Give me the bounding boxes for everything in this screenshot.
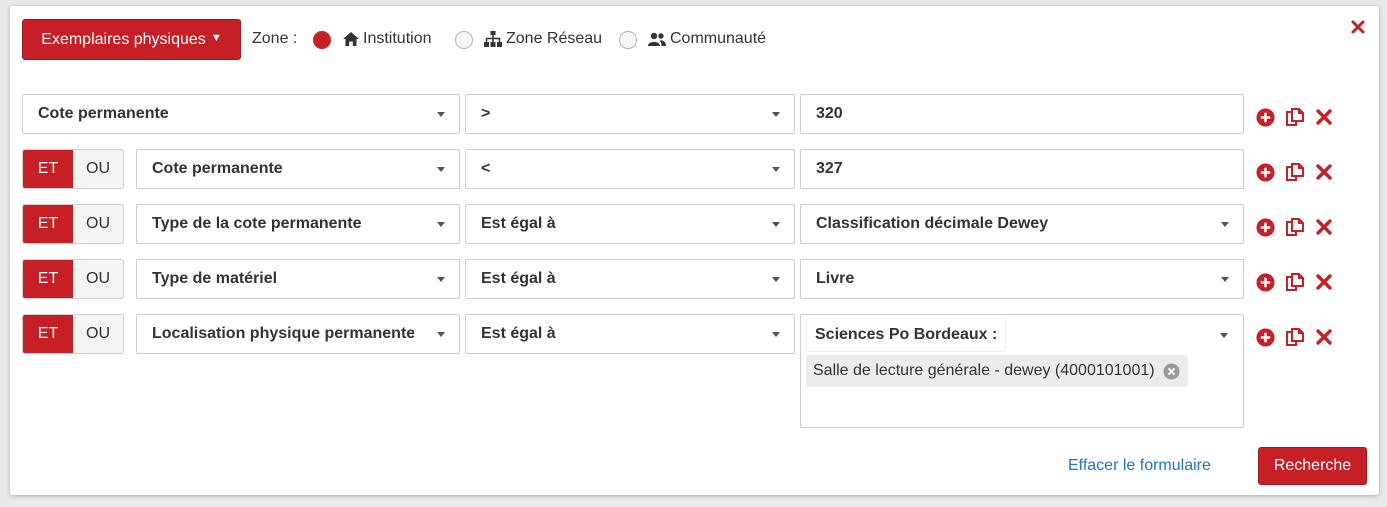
row3-value-select[interactable]: Classification décimale Dewey <box>800 204 1244 244</box>
search-type-label: Exemplaires physiques <box>41 30 206 48</box>
row5-et-button[interactable]: ET <box>23 315 73 353</box>
duplicate-row-icon[interactable] <box>1285 327 1305 347</box>
row3-operator-value: Est égal à <box>481 215 556 232</box>
row3-connector-toggle: ET OU <box>22 204 124 244</box>
row2-field-select[interactable]: Cote permanente <box>136 149 460 189</box>
row3-ou-button[interactable]: OU <box>73 205 123 243</box>
row5-field-select[interactable]: Localisation physique permanente <box>136 314 460 354</box>
zone-label-network: Zone Réseau <box>506 30 603 47</box>
location-group-label: Sciences Po Bordeaux : <box>806 318 1007 352</box>
row2-ou-button[interactable]: OU <box>73 150 123 188</box>
chevron-down-icon <box>1220 333 1228 338</box>
clear-form-link[interactable]: Effacer le formulaire <box>1068 457 1211 475</box>
chevron-down-icon <box>772 277 780 282</box>
row4-et-button[interactable]: ET <box>23 260 73 298</box>
remove-chip-icon[interactable] <box>1163 362 1180 380</box>
zone-label: Zone : <box>252 30 298 47</box>
row1-field-select[interactable]: Cote permanente <box>22 94 460 134</box>
duplicate-row-icon[interactable] <box>1285 217 1305 237</box>
row4-field-select[interactable]: Type de matériel <box>136 259 460 299</box>
row4-value-text: Livre <box>816 270 855 287</box>
chevron-down-icon <box>772 167 780 172</box>
row1-operator-value: > <box>481 105 491 122</box>
users-icon <box>648 32 666 46</box>
chevron-down-icon <box>772 332 780 337</box>
row5-operator-select[interactable]: Est égal à <box>465 314 795 354</box>
row2-operator-select[interactable]: < <box>465 149 795 189</box>
zone-option-network[interactable]: Zone Réseau <box>484 30 602 48</box>
add-row-icon[interactable] <box>1256 162 1275 182</box>
close-icon[interactable] <box>1350 19 1366 35</box>
row2-et-button[interactable]: ET <box>23 150 73 188</box>
row4-value-select[interactable]: Livre <box>800 259 1244 299</box>
chevron-down-icon <box>772 222 780 227</box>
row5-operator-value: Est égal à <box>481 325 556 342</box>
row3-field-select[interactable]: Type de la cote permanente <box>136 204 460 244</box>
zone-label-community: Communauté <box>670 30 767 47</box>
delete-row-icon[interactable] <box>1315 218 1333 236</box>
duplicate-row-icon[interactable] <box>1285 272 1305 292</box>
row1-operator-select[interactable]: > <box>465 94 795 134</box>
row4-operator-value: Est égal à <box>481 270 556 287</box>
row2-actions <box>1256 162 1343 182</box>
row2-operator-value: < <box>481 160 491 177</box>
chevron-down-icon <box>1221 222 1229 227</box>
row3-operator-select[interactable]: Est égal à <box>465 204 795 244</box>
chevron-down-icon <box>1221 277 1229 282</box>
row4-connector-toggle: ET OU <box>22 259 124 299</box>
zone-option-institution[interactable]: Institution <box>343 30 431 48</box>
caret-down-icon: ▼ <box>210 31 222 44</box>
zone-radio-community[interactable] <box>619 31 637 49</box>
row3-actions <box>1256 217 1343 237</box>
chevron-down-icon <box>437 112 445 117</box>
zone-radio-institution[interactable] <box>313 31 331 49</box>
delete-row-icon[interactable] <box>1315 163 1333 181</box>
chevron-down-icon <box>772 112 780 117</box>
row2-value-text: 327 <box>816 160 843 177</box>
network-icon <box>484 31 502 47</box>
home-icon <box>343 32 359 46</box>
zone-option-community[interactable]: Communauté <box>648 30 766 48</box>
row3-value-text: Classification décimale Dewey <box>816 215 1049 232</box>
delete-row-icon[interactable] <box>1315 108 1333 126</box>
add-row-icon[interactable] <box>1256 327 1275 347</box>
row3-et-button[interactable]: ET <box>23 205 73 243</box>
row4-actions <box>1256 272 1343 292</box>
row5-actions <box>1256 327 1343 347</box>
location-chip: Salle de lecture générale - dewey (40001… <box>806 355 1188 387</box>
row5-connector-toggle: ET OU <box>22 314 124 354</box>
location-chip-label: Salle de lecture générale - dewey (40001… <box>813 362 1155 379</box>
duplicate-row-icon[interactable] <box>1285 107 1305 127</box>
add-row-icon[interactable] <box>1256 217 1275 237</box>
row4-operator-select[interactable]: Est égal à <box>465 259 795 299</box>
zone-radio-network[interactable] <box>455 31 473 49</box>
zone-label-institution: Institution <box>363 30 432 47</box>
chevron-down-icon <box>437 332 445 337</box>
delete-row-icon[interactable] <box>1315 328 1333 346</box>
row5-value-multiselect[interactable]: Sciences Po Bordeaux : Salle de lecture … <box>800 314 1244 428</box>
row5-ou-button[interactable]: OU <box>73 315 123 353</box>
row3-field-value: Type de la cote permanente <box>152 215 362 232</box>
row4-field-value: Type de matériel <box>152 270 278 287</box>
delete-row-icon[interactable] <box>1315 273 1333 291</box>
row2-connector-toggle: ET OU <box>22 149 124 189</box>
row1-value-input[interactable]: 320 <box>800 94 1244 134</box>
row1-value-text: 320 <box>816 105 843 122</box>
row1-field-value: Cote permanente <box>38 105 169 122</box>
duplicate-row-icon[interactable] <box>1285 162 1305 182</box>
add-row-icon[interactable] <box>1256 272 1275 292</box>
search-button[interactable]: Recherche <box>1258 447 1367 485</box>
search-type-dropdown[interactable]: Exemplaires physiques ▼ <box>22 19 241 60</box>
chevron-down-icon <box>437 167 445 172</box>
row2-field-value: Cote permanente <box>152 160 283 177</box>
row1-actions <box>1256 107 1343 127</box>
row4-ou-button[interactable]: OU <box>73 260 123 298</box>
row2-value-input[interactable]: 327 <box>800 149 1244 189</box>
row5-field-value: Localisation physique permanente <box>152 325 414 342</box>
chevron-down-icon <box>437 222 445 227</box>
add-row-icon[interactable] <box>1256 107 1275 127</box>
chevron-down-icon <box>437 277 445 282</box>
